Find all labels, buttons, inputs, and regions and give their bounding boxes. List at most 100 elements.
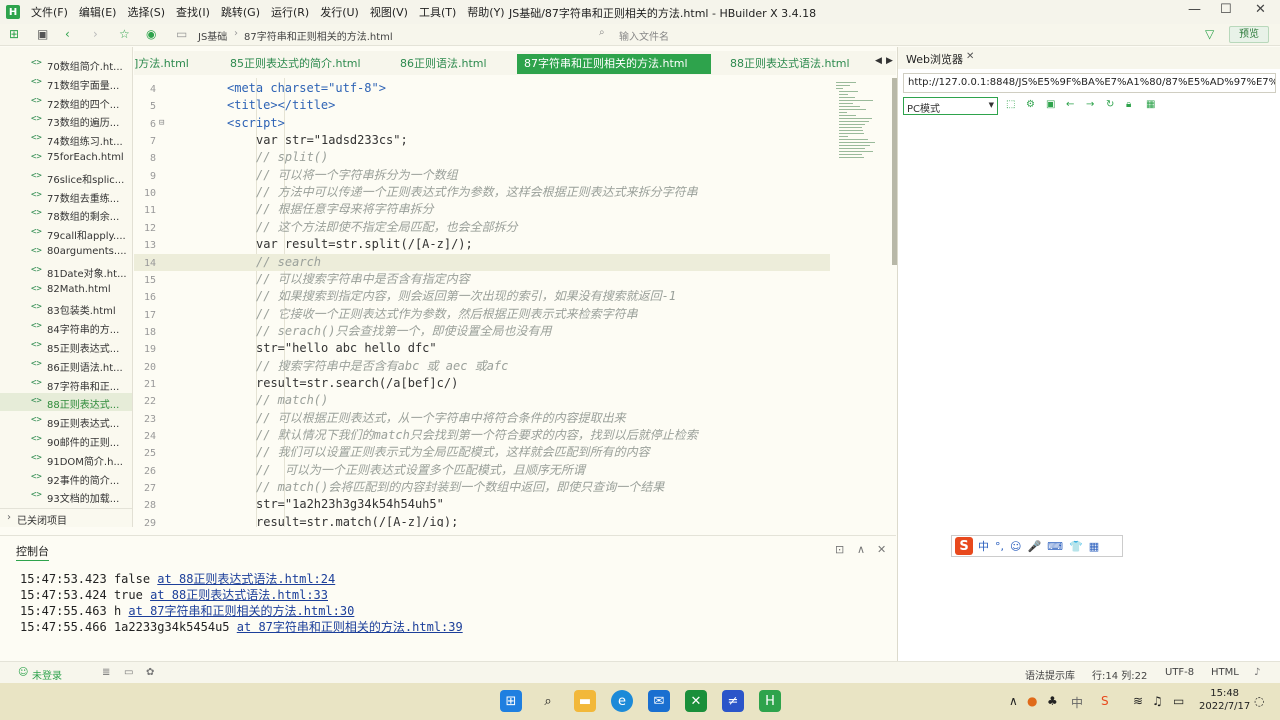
code-line[interactable]: 6 ⊟ <script> [134,115,830,132]
menu-item[interactable]: 跳转(G) [221,4,260,20]
star-icon[interactable]: ☆ [119,27,130,41]
sidebar-file-item[interactable]: <> 78数组的剩余... [0,205,132,223]
language-mode[interactable]: HTML [1211,667,1239,678]
menu-item[interactable]: 运行(R) [271,4,309,20]
browser-grid-icon[interactable]: ▦ [1146,99,1155,110]
sidebar-file-item[interactable]: <> 89正则表达式... [0,412,132,430]
code-line[interactable]: 21 result=str.search(/a[bef]c/) [134,375,830,392]
ime-language[interactable]: 中 [1071,694,1083,711]
browser-refresh-icon[interactable]: ↻ [1106,99,1114,110]
forward-icon[interactable]: › [93,27,98,41]
minimap[interactable] [830,78,890,527]
code-editor[interactable]: 4 <meta charset="utf-8"> 5 <title></title> 6… [134,78,830,527]
browser-debug-icon[interactable]: ⚙ [1026,99,1035,110]
sidebar-file-item[interactable]: <> 80arguments.... [0,243,132,261]
console-collapse-icon[interactable]: ∧ [857,543,865,556]
log-source-link[interactable]: at 87字符串和正则相关的方法.html:30 [128,604,354,618]
code-line[interactable]: 15 // 可以搜索字符串中是否含有指定内容 [134,271,830,288]
sidebar-file-item[interactable]: <> 93文档的加载... [0,487,132,505]
browser-back-icon[interactable]: ← [1066,99,1074,110]
sidebar-file-item[interactable]: <> 83包装类.html [0,299,132,317]
tab-scroll-left-icon[interactable]: ◀ [875,56,882,66]
code-line[interactable]: 17 // 它接收一个正则表达式作为参数，然后根据正则表示式来检索字符串 [134,306,830,323]
web-browser-tab[interactable]: Web浏览器 [906,51,963,67]
ime-tool[interactable]: 中 [978,538,989,554]
tray-app-icon[interactable]: ● [1027,694,1037,708]
user-icon[interactable]: ☺ [18,667,28,678]
code-line[interactable]: 16 // 如果搜索到指定内容，则会返回第一次出现的索引，如果没有搜索就返回-1 [134,288,830,305]
ime-toolbar[interactable]: S 中 °, ☺ 🎤 ⌨ 👕 ▦ [951,535,1123,557]
run-icon[interactable]: ◉ [146,27,156,41]
ime-tool[interactable]: ☺ [1010,540,1021,553]
code-line[interactable]: 24 // 默认情况下我们的match只会找到第一个符合要求的内容，找到以后就停止… [134,427,830,444]
editor-tab[interactable]: 88正则表达式语法.html [730,54,850,74]
file-explorer-icon[interactable]: ▬ [574,690,596,712]
console-tab[interactable]: 控制台 [16,543,49,562]
ime-tool[interactable]: 🎤 [1027,540,1041,553]
syntax-hint-lib[interactable]: 语法提示库 [1025,667,1075,682]
log-source-link[interactable]: at 88正则表达式语法.html:24 [157,572,335,586]
code-line[interactable]: 18 // serach()只会查找第一个，即使设置全局也没有用 [134,323,830,340]
encoding[interactable]: UTF-8 [1165,667,1194,678]
code-line[interactable]: 4 <meta charset="utf-8"> [134,80,830,97]
code-line[interactable]: 23 // 可以根据正则表达式，从一个字符串中将符合条件的内容提取出来 [134,410,830,427]
log-source-link[interactable]: at 88正则表达式语法.html:33 [150,588,328,602]
battery-icon[interactable]: ▭ [1173,694,1184,708]
file-name-input[interactable]: 输入文件名 [619,28,669,43]
code-line[interactable]: 28 str="1a2h23h3g34k54h54uh5" [134,496,830,513]
sidebar-file-item[interactable]: <> 71数组字面量... [0,74,132,92]
list-icon[interactable]: ≣ [102,667,110,678]
ime-tool[interactable]: 👕 [1069,540,1083,553]
browser-screenshot-icon[interactable]: ⬚ [1006,99,1015,110]
breadcrumb-file[interactable]: 87字符串和正则相关的方法.html [244,28,393,43]
panel-icon[interactable]: ▭ [124,667,133,678]
code-line[interactable]: 19 str="hello abc hello dfc" [134,340,830,357]
sidebar-file-item[interactable]: <> 72数组的四个... [0,93,132,111]
sidebar-file-item[interactable]: <> 87字符串和正... [0,375,132,393]
editor-tab[interactable]: ]方法.html [134,54,189,74]
search-icon[interactable]: ⌕ [537,690,559,712]
editor-tab[interactable]: 87字符串和正则相关的方法.html [517,54,711,74]
new-file-icon[interactable]: ⊞ [9,27,19,41]
code-line[interactable]: 14 // search [134,253,830,271]
notification-bell-icon[interactable]: ♪ [1254,667,1260,678]
code-line[interactable]: 5 <title></title> [134,97,830,114]
code-line[interactable]: 10 // 方法中可以传递一个正则表达式作为参数，这样会根据正则表达式来拆分字符串 [134,184,830,201]
menu-item[interactable]: 帮助(Y) [467,4,504,20]
maximize-icon[interactable]: ☐ [1220,2,1232,17]
tab-scroll-right-icon[interactable]: ▶ [886,56,893,66]
code-line[interactable]: 27 // match()会将匹配到的内容封装到一个数组中返回，即使只查询一个结果 [134,479,830,496]
sidebar-file-item[interactable]: <> 91DOM简介.h... [0,450,132,468]
code-line[interactable]: 22 // match() [134,392,830,409]
system-clock[interactable]: 15:48 2022/7/17 [1199,687,1250,713]
plugin-icon[interactable]: ✿ [146,667,154,678]
code-line[interactable]: 7 var str="1adsd233cs"; [134,132,830,149]
sidebar-file-item[interactable]: <> 88正则表达式... [0,393,132,412]
sidebar-file-item[interactable]: <> 76slice和splic... [0,168,132,186]
browser-devtools-icon[interactable]: ▣ [1046,99,1055,110]
sidebar-file-item[interactable]: <> 77数组去重练... [0,187,132,205]
vs-code-icon[interactable]: ≠ [722,690,744,712]
breadcrumb-root[interactable]: JS基础 [198,28,227,43]
code-line[interactable]: 12 // 这个方法即使不指定全局匹配，也会全部拆分 [134,219,830,236]
browser-mode-select[interactable]: PC模式 ▼ [903,97,998,115]
console-export-icon[interactable]: ⊡ [835,543,844,556]
code-line[interactable]: 25 // 我们可以设置正则表示式为全局匹配模式，这样就会匹配到所有的内容 [134,444,830,461]
sidebar-file-item[interactable]: <> 90邮件的正则... [0,431,132,449]
code-line[interactable]: 9 // 可以将一个字符串拆分为一个数组 [134,167,830,184]
menu-item[interactable]: 视图(V) [370,4,408,20]
menu-item[interactable]: 文件(F) [31,4,68,20]
code-line[interactable]: 8 // split() [134,149,830,166]
browser-lock-icon[interactable]: 🔒︎ [1126,99,1131,110]
xbox-icon[interactable]: ✕ [685,690,707,712]
code-line[interactable]: 29 result=str.match(/[A-z]/ig); [134,514,830,527]
preview-button[interactable]: 预览 [1229,26,1269,43]
login-status[interactable]: 未登录 [32,667,62,682]
volume-icon[interactable]: ♫ [1152,694,1163,708]
windows-start-icon[interactable]: ⊞ [500,690,522,712]
sidebar-file-item[interactable]: <> 84字符串的方... [0,318,132,336]
code-line[interactable]: 13 var result=str.split(/[A-z]/); [134,236,830,253]
sidebar-file-item[interactable]: <> 79call和apply.... [0,224,132,242]
menu-item[interactable]: 编辑(E) [79,4,117,20]
ime-tool[interactable]: °, [995,540,1004,553]
